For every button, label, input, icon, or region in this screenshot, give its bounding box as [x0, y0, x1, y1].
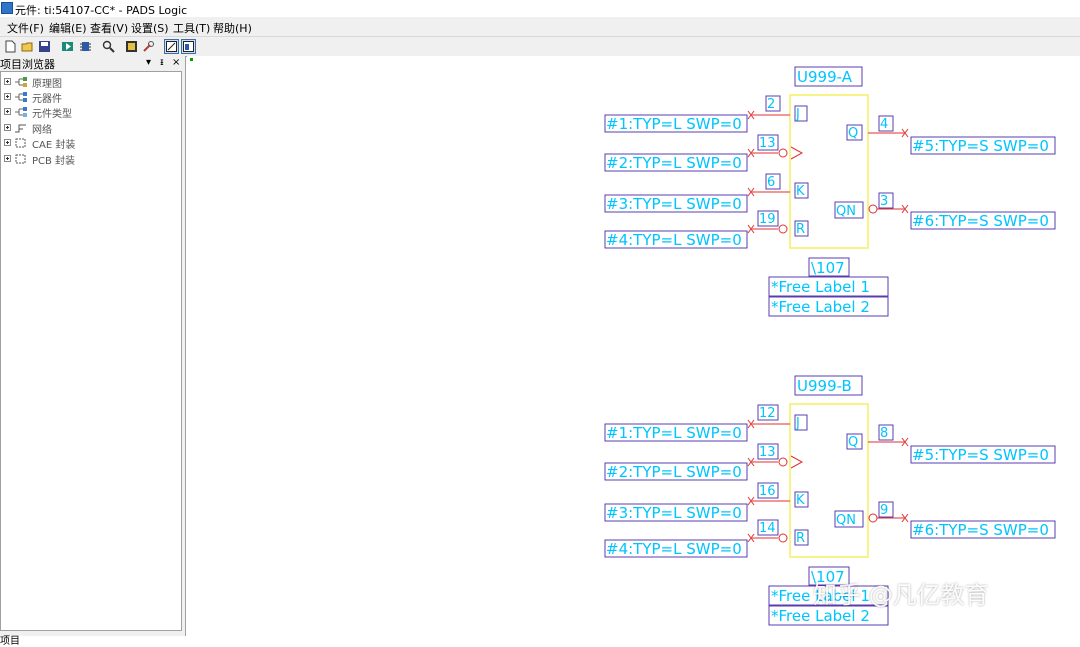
pin-number: 9 [880, 503, 888, 518]
part-u999-a[interactable]: U999-A 2 J #1:TYP=L SWP=0 13 #2:TYP=L SW… [604, 66, 1056, 317]
net-label: #2:TYP=L SWP=0 [606, 154, 742, 172]
pin-j[interactable]: 2 J #1:TYP=L SWP=0 [604, 95, 808, 133]
free-label-2: *Free Label 2 [771, 298, 870, 316]
pin-name: J [795, 107, 800, 122]
net-label: #6:TYP=S SWP=0 [912, 521, 1049, 539]
pin-name: R [796, 222, 805, 237]
schematic-drawing: U999-A 2 J #1:TYP=L SWP=0 13 #2:TYP=L SW… [604, 66, 1056, 626]
pin-j[interactable]: 12 J #1:TYP=L SWP=0 [604, 404, 808, 442]
pin-number: 13 [759, 445, 776, 460]
refdes-label: U999-A [797, 68, 853, 86]
pin-name: QN [836, 513, 856, 528]
inversion-bubble [868, 513, 878, 523]
pin-k[interactable]: 16 K #3:TYP=L SWP=0 [604, 482, 809, 522]
pin-q[interactable]: Q 8 #5:TYP=S SWP=0 [846, 424, 1056, 464]
pin-number: 2 [767, 97, 775, 112]
watermark: 知乎 @凡亿教育 [813, 581, 989, 609]
free-label-1: *Free Label 1 [771, 278, 870, 296]
pin-number: 8 [880, 426, 888, 441]
pin-name: K [796, 184, 805, 199]
pin-name: R [796, 531, 805, 546]
pin-number: 12 [759, 406, 776, 421]
net-label: #2:TYP=L SWP=0 [606, 463, 742, 481]
pin-clock[interactable]: 13 #2:TYP=L SWP=0 [604, 134, 804, 172]
net-label: #3:TYP=L SWP=0 [606, 195, 742, 213]
pin-number: 19 [759, 212, 776, 227]
pin-number: 13 [759, 136, 776, 151]
pin-clock[interactable]: 13 #2:TYP=L SWP=0 [604, 443, 804, 481]
pin-name: K [796, 493, 805, 508]
inversion-bubble [778, 533, 788, 543]
pin-k[interactable]: 6 K #3:TYP=L SWP=0 [604, 173, 809, 213]
pin-r[interactable]: 14 R #4:TYP=L SWP=0 [604, 519, 809, 558]
inversion-bubble [868, 204, 878, 214]
net-label: #4:TYP=L SWP=0 [606, 231, 742, 249]
refdes-label: U999-B [797, 377, 852, 395]
net-label: #6:TYP=S SWP=0 [912, 212, 1049, 230]
inversion-bubble [778, 224, 788, 234]
pin-number: 4 [880, 117, 888, 132]
net-label: #4:TYP=L SWP=0 [606, 540, 742, 558]
clock-triangle-icon [790, 455, 804, 469]
pin-q[interactable]: Q 4 #5:TYP=S SWP=0 [846, 115, 1056, 155]
net-label: #1:TYP=L SWP=0 [606, 424, 742, 442]
inversion-bubble [778, 148, 788, 158]
pin-name: QN [836, 204, 856, 219]
net-label: #3:TYP=L SWP=0 [606, 504, 742, 522]
pin-number: 6 [767, 175, 775, 190]
pin-name: Q [848, 435, 858, 450]
net-label: #5:TYP=S SWP=0 [912, 446, 1049, 464]
pin-name: Q [848, 126, 858, 141]
part-type-label: \107 [811, 259, 845, 277]
inversion-bubble [778, 457, 788, 467]
pin-number: 14 [759, 521, 776, 536]
net-label: #5:TYP=S SWP=0 [912, 137, 1049, 155]
pin-r[interactable]: 19 R #4:TYP=L SWP=0 [604, 210, 809, 249]
clock-triangle-icon [790, 146, 804, 160]
pin-number: 16 [759, 484, 776, 499]
net-label: #1:TYP=L SWP=0 [606, 115, 742, 133]
pin-name: J [795, 416, 800, 431]
pin-number: 3 [880, 194, 888, 209]
